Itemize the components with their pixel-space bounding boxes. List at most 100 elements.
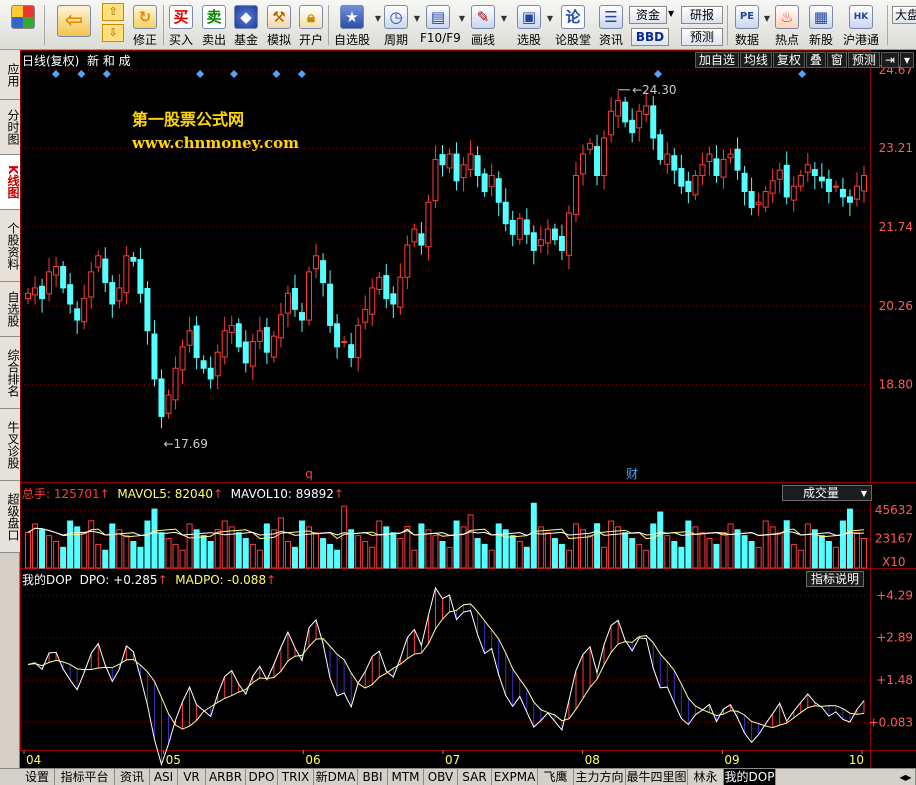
volume-bar (439, 540, 446, 569)
candle-body (861, 174, 867, 192)
side-tab-label: 分时图 (6, 109, 20, 145)
toolbar-refresh-button[interactable]: ↻ 修正 (130, 3, 160, 48)
volume-ma10-label: MAVOL10: 89892 (230, 487, 334, 501)
bottom-tab-13[interactable]: EXPMA (492, 769, 538, 785)
bbd-button[interactable]: BBD (631, 28, 669, 46)
toolbar-news-button[interactable]: ☰ 资讯 (596, 3, 626, 48)
candle-body (544, 228, 551, 244)
chevron-down-icon[interactable]: ▼ (547, 14, 553, 23)
bottom-tab-8[interactable]: 新DMA (314, 769, 358, 785)
bottom-tab-6[interactable]: DPO (246, 769, 278, 785)
candle-body (713, 158, 720, 176)
price-tick-label: 23.21 (879, 141, 913, 155)
up-down-button[interactable]: ⇧ ⇩ (100, 3, 126, 48)
bottom-tab-3[interactable]: ASI (150, 769, 178, 785)
candle-body (579, 153, 586, 175)
toolbar-forum-button[interactable]: 论 论股堂 (555, 3, 591, 48)
forecast-chart-button[interactable]: 预测 (847, 52, 880, 68)
add-watchlist-button[interactable]: 加自选 (694, 52, 739, 68)
volume-bar (179, 549, 186, 569)
volume-bar (502, 529, 509, 569)
volume-indicator-dropdown[interactable]: 成交量 ▼ (782, 485, 872, 501)
candle-body (130, 256, 137, 262)
bottom-tab-17[interactable]: 林永 (688, 769, 724, 785)
toolbar-data-button[interactable]: PE 数据 ▼ (730, 3, 770, 48)
research-report-label: 研报 (689, 8, 714, 22)
toolbar-hk-connect-button[interactable]: HK 沪港通 (840, 3, 882, 48)
bottom-tab-2[interactable]: 资讯 (115, 769, 150, 785)
side-tab-kline[interactable]: K线图 (0, 155, 20, 210)
chart-header: 日线(复权) 新 和 成 (22, 52, 131, 69)
overlay-button[interactable]: 叠 (805, 52, 826, 68)
bottom-tab-9[interactable]: BBI (358, 769, 388, 785)
toolbar-draw-button[interactable]: ✎ 画线 ▼ (468, 3, 507, 48)
side-tab-diagnosis[interactable]: 牛叉诊股 (0, 409, 20, 481)
pin-icon[interactable]: ⇥ (880, 52, 899, 68)
market-index-button[interactable]: 大盘 (892, 6, 916, 24)
candle-body (685, 180, 692, 193)
toolbar-sell-button[interactable]: 卖 卖出 (199, 3, 229, 48)
dpo-line (27, 586, 865, 767)
adjust-price-button[interactable]: 复权 (772, 52, 805, 68)
toolbar-simulate-button[interactable]: ⚒ 模拟 (264, 3, 294, 48)
toolbar-period-button[interactable]: ◷ 周期 ▼ (381, 3, 420, 48)
moving-average-button[interactable]: 均线 (739, 52, 772, 68)
tab-scroll-icon[interactable]: ◂▸ (896, 769, 916, 785)
side-tab-ranking[interactable]: 综合排名 (0, 337, 20, 409)
volume-bar (221, 520, 228, 569)
bottom-tab-18[interactable]: 我的DOP (724, 769, 776, 785)
volume-bar (558, 543, 565, 569)
volume-bar (207, 540, 214, 569)
bottom-tab-16[interactable]: 最牛四里图 (626, 769, 688, 785)
side-tab-apps[interactable]: 应用 (0, 50, 20, 100)
toolbar-buy-button[interactable]: 买 买入 (166, 3, 196, 48)
kline-chart-svg[interactable]: 24.6723.2121.7420.2618.80←24.30←17.69q 财4… (20, 50, 916, 768)
bottom-tab-12[interactable]: SAR (458, 769, 492, 785)
side-tab-watchlist[interactable]: 自选股 (0, 282, 20, 337)
bottom-tab-10[interactable]: MTM (388, 769, 424, 785)
toolbar-fund-button[interactable]: ◆ 基金 (231, 3, 261, 48)
fund-flow-button[interactable]: 资金 (629, 6, 667, 24)
candle-body (200, 360, 207, 369)
toolbar-screen-button[interactable]: ▣ 选股 ▼ (514, 3, 553, 48)
indicator-name-label: 我的DOP (22, 573, 72, 587)
chevron-down-icon[interactable]: ▼ (501, 14, 507, 23)
side-tab-profile[interactable]: 个股资料 (0, 210, 20, 282)
bottom-tab-14[interactable]: 飞鹰 (538, 769, 574, 785)
volume-bar (509, 535, 516, 569)
volume-bar (158, 532, 165, 569)
forecast-button[interactable]: 预测 (681, 28, 723, 46)
volume-bar (811, 529, 818, 569)
kline-chart-area[interactable]: 24.67 23.21 21.74 20.26 18.80 ←24.30 ←17.69 q 财 4… (20, 50, 916, 768)
bottom-tab-7[interactable]: TRIX (278, 769, 314, 785)
toolbar-open-account-button[interactable]: 🔒︎ 开户 (296, 3, 326, 48)
bottom-tab-15[interactable]: 主力方向 (574, 769, 626, 785)
app-logo-button[interactable] (6, 3, 40, 48)
side-tab-intraday[interactable]: 分时图 (0, 100, 20, 155)
toolbar-f10-button[interactable]: ▤ F10/F9 ▼ (420, 3, 465, 48)
candle-body (284, 292, 291, 314)
toolbar-hot-button[interactable]: ♨ 热点 (772, 3, 802, 48)
toolbar-new-stock-button[interactable]: ▦ 新股 (806, 3, 836, 48)
bottom-tab-5[interactable]: ARBR (206, 769, 246, 785)
research-report-button[interactable]: 研报 (681, 6, 723, 24)
chevron-down-icon[interactable]: ▼ (668, 9, 674, 18)
chevron-down-icon[interactable]: ▼ (459, 14, 465, 23)
toolbar-refresh-label: 修正 (132, 33, 157, 47)
side-tab-label: 自选股 (6, 291, 20, 327)
star-icon: ★ (340, 5, 364, 29)
window-button[interactable]: 窗 (826, 52, 847, 68)
bottom-tab-0[interactable]: 设置 (20, 769, 55, 785)
bottom-tab-4[interactable]: VR (178, 769, 206, 785)
indicator-help-button[interactable]: 指标说明 (806, 571, 865, 587)
bottom-tab-1[interactable]: 指标平台 (55, 769, 115, 785)
chevron-down-icon[interactable]: ▼ (764, 14, 770, 23)
side-tab-label: 牛叉诊股 (6, 420, 20, 469)
toolbar-f10-label: F10/F9 (420, 31, 461, 45)
volume-bar (832, 546, 839, 569)
side-tab-super-board[interactable]: 超级盘口 (0, 481, 20, 553)
toolbar-watchlist-button[interactable]: ★ 自选股 ▼ (332, 3, 381, 48)
back-button[interactable]: ⇦ (52, 3, 96, 48)
bottom-tab-11[interactable]: OBV (424, 769, 458, 785)
chevron-down-icon[interactable]: ▾ (899, 52, 914, 68)
